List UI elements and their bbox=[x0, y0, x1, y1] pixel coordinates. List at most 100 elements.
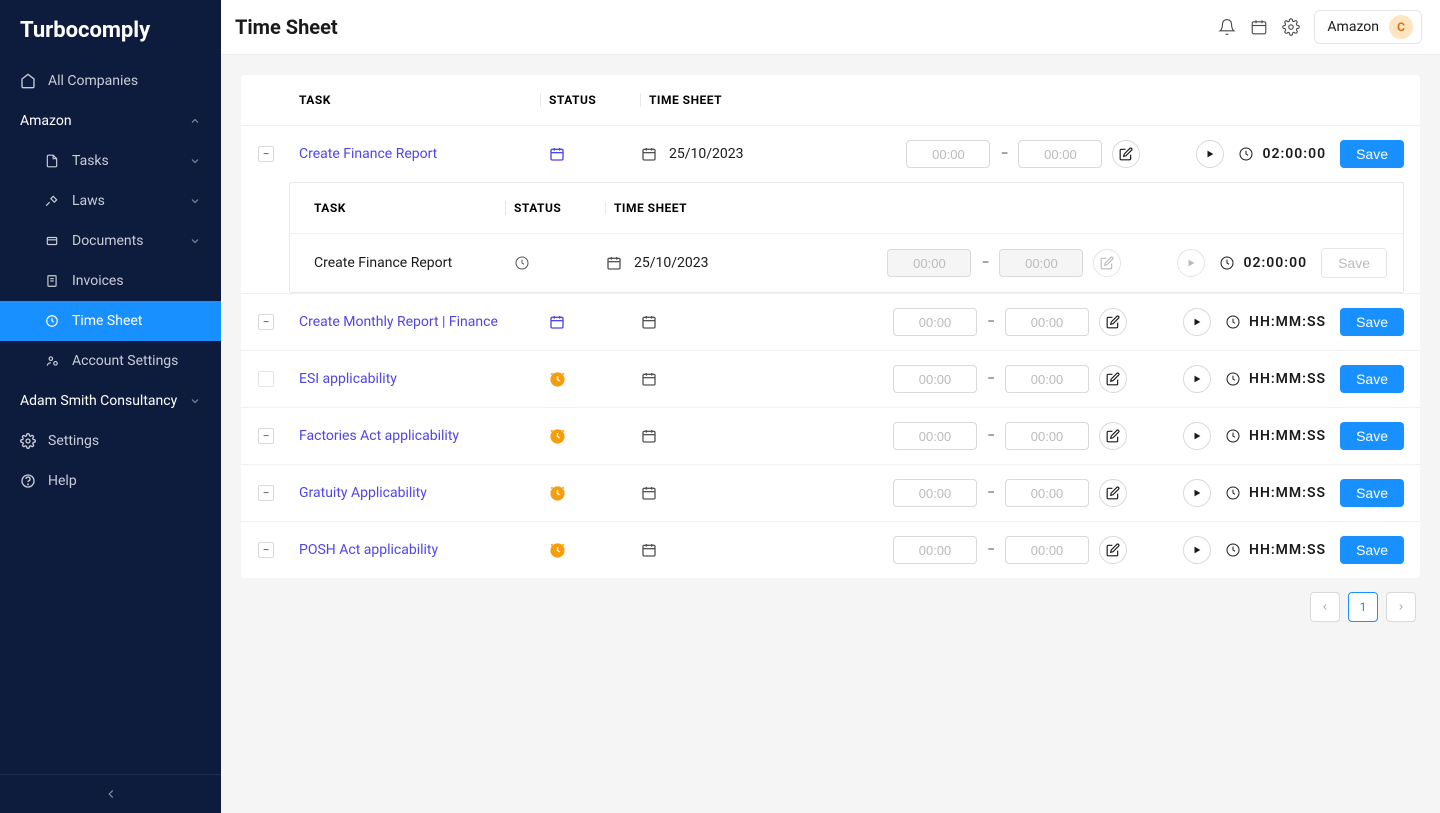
help-icon bbox=[20, 473, 36, 489]
clock-icon bbox=[1225, 485, 1241, 501]
clock-status-icon bbox=[549, 371, 641, 388]
task-link[interactable]: Create Finance Report bbox=[291, 146, 541, 162]
clock-icon bbox=[1238, 146, 1254, 162]
time-end-input[interactable] bbox=[1005, 365, 1089, 393]
user-menu[interactable]: Amazon C bbox=[1314, 10, 1422, 44]
edit-button[interactable] bbox=[1099, 308, 1127, 336]
column-timesheet: TIME SHEET bbox=[641, 93, 1420, 107]
sidebar-item-invoices[interactable]: Invoices bbox=[0, 261, 221, 301]
save-button[interactable]: Save bbox=[1340, 140, 1404, 168]
time-start-input[interactable] bbox=[893, 365, 977, 393]
time-end-input[interactable] bbox=[1005, 536, 1089, 564]
chevron-up-icon bbox=[189, 115, 201, 127]
task-link[interactable]: Create Monthly Report | Finance bbox=[291, 314, 541, 330]
time-end-input[interactable] bbox=[1005, 479, 1089, 507]
task-link[interactable]: Factories Act applicability bbox=[291, 428, 541, 444]
task-label: Create Finance Report bbox=[306, 255, 506, 271]
duration-value: HH:MM:SS bbox=[1249, 542, 1326, 558]
sidebar-item-label: Invoices bbox=[72, 273, 124, 289]
calendar-icon[interactable] bbox=[641, 146, 657, 162]
calendar-icon[interactable] bbox=[641, 371, 657, 387]
sidebar-item-settings[interactable]: Settings bbox=[0, 421, 221, 461]
time-dash: − bbox=[987, 485, 995, 501]
header-gear-icon[interactable] bbox=[1282, 18, 1300, 36]
duration-value: 02:00:00 bbox=[1243, 255, 1307, 271]
table-row: −Factories Act applicability−HH:MM:SSSav… bbox=[241, 407, 1420, 464]
sidebar-item-label: Documents bbox=[72, 233, 143, 249]
calendar-icon[interactable] bbox=[1250, 18, 1268, 36]
time-end-input[interactable] bbox=[1005, 422, 1089, 450]
row-expander[interactable]: − bbox=[258, 485, 274, 501]
sidebar-collapse[interactable] bbox=[0, 774, 221, 813]
save-button[interactable]: Save bbox=[1340, 365, 1404, 393]
chevron-down-icon bbox=[189, 155, 201, 167]
play-button[interactable] bbox=[1183, 479, 1211, 507]
table-row: −Create Monthly Report | Finance−HH:MM:S… bbox=[241, 293, 1420, 350]
calendar-icon bbox=[606, 255, 622, 271]
sidebar-item-tasks[interactable]: Tasks bbox=[0, 141, 221, 181]
edit-button[interactable] bbox=[1099, 536, 1127, 564]
table-row: −Create Finance Report25/10/2023−02:00:0… bbox=[241, 125, 1420, 182]
save-button[interactable]: Save bbox=[1340, 536, 1404, 564]
save-button[interactable]: Save bbox=[1340, 308, 1404, 336]
edit-button[interactable] bbox=[1099, 365, 1127, 393]
pagination-next[interactable] bbox=[1386, 592, 1416, 622]
sidebar-company-label: Amazon bbox=[20, 113, 72, 129]
sidebar-item-account[interactable]: Account Settings bbox=[0, 341, 221, 381]
time-start-input[interactable] bbox=[893, 479, 977, 507]
gavel-icon bbox=[44, 193, 60, 209]
edit-button[interactable] bbox=[1099, 422, 1127, 450]
calendar-icon[interactable] bbox=[641, 428, 657, 444]
time-start-input[interactable] bbox=[893, 422, 977, 450]
clock-status-icon bbox=[514, 255, 606, 271]
sidebar-all-companies-label: All Companies bbox=[48, 73, 138, 89]
row-expander[interactable] bbox=[258, 371, 274, 387]
row-expander[interactable]: − bbox=[258, 146, 274, 162]
row-expander[interactable]: − bbox=[258, 314, 274, 330]
time-start-input[interactable] bbox=[906, 140, 990, 168]
play-button[interactable] bbox=[1183, 422, 1211, 450]
play-button[interactable] bbox=[1183, 308, 1211, 336]
brand-logo: Turbocomply bbox=[0, 0, 221, 61]
page-title: Time Sheet bbox=[235, 15, 338, 39]
sidebar-item-timesheet[interactable]: Time Sheet bbox=[0, 301, 221, 341]
sidebar-settings-label: Settings bbox=[48, 433, 99, 449]
time-start-input[interactable] bbox=[893, 536, 977, 564]
edit-button[interactable] bbox=[1099, 479, 1127, 507]
edit-button[interactable] bbox=[1112, 140, 1140, 168]
calendar-status-icon bbox=[549, 146, 641, 162]
time-end-input[interactable] bbox=[1018, 140, 1102, 168]
sidebar-item-documents[interactable]: Documents bbox=[0, 221, 221, 261]
pagination: 1 bbox=[241, 578, 1420, 636]
time-dash: − bbox=[987, 371, 995, 387]
play-button[interactable] bbox=[1183, 536, 1211, 564]
row-expander[interactable]: − bbox=[258, 542, 274, 558]
time-end-input[interactable] bbox=[1005, 308, 1089, 336]
edit-button bbox=[1093, 249, 1121, 277]
time-start-input[interactable] bbox=[893, 308, 977, 336]
pagination-prev[interactable] bbox=[1310, 592, 1340, 622]
pagination-page-1[interactable]: 1 bbox=[1348, 592, 1378, 622]
play-button[interactable] bbox=[1196, 140, 1224, 168]
sidebar-company-adam[interactable]: Adam Smith Consultancy bbox=[0, 381, 221, 421]
row-expander[interactable]: − bbox=[258, 428, 274, 444]
table-header: TASK STATUS TIME SHEET bbox=[241, 75, 1420, 125]
task-link[interactable]: Gratuity Applicability bbox=[291, 485, 541, 501]
calendar-icon[interactable] bbox=[641, 314, 657, 330]
play-button[interactable] bbox=[1183, 365, 1211, 393]
calendar-icon[interactable] bbox=[641, 542, 657, 558]
sidebar-help-label: Help bbox=[48, 473, 77, 489]
bell-icon[interactable] bbox=[1218, 18, 1236, 36]
sidebar-item-help[interactable]: Help bbox=[0, 461, 221, 501]
sidebar-company-amazon[interactable]: Amazon bbox=[0, 101, 221, 141]
sidebar-all-companies[interactable]: All Companies bbox=[0, 61, 221, 101]
sidebar-item-laws[interactable]: Laws bbox=[0, 181, 221, 221]
sidebar-item-label: Laws bbox=[72, 193, 105, 209]
task-link[interactable]: POSH Act applicability bbox=[291, 542, 541, 558]
table-row: Create Finance Report25/10/2023−02:00:00… bbox=[290, 233, 1403, 292]
save-button[interactable]: Save bbox=[1340, 479, 1404, 507]
task-link[interactable]: ESI applicability bbox=[291, 371, 541, 387]
save-button[interactable]: Save bbox=[1340, 422, 1404, 450]
calendar-status-icon bbox=[549, 314, 641, 330]
calendar-icon[interactable] bbox=[641, 485, 657, 501]
